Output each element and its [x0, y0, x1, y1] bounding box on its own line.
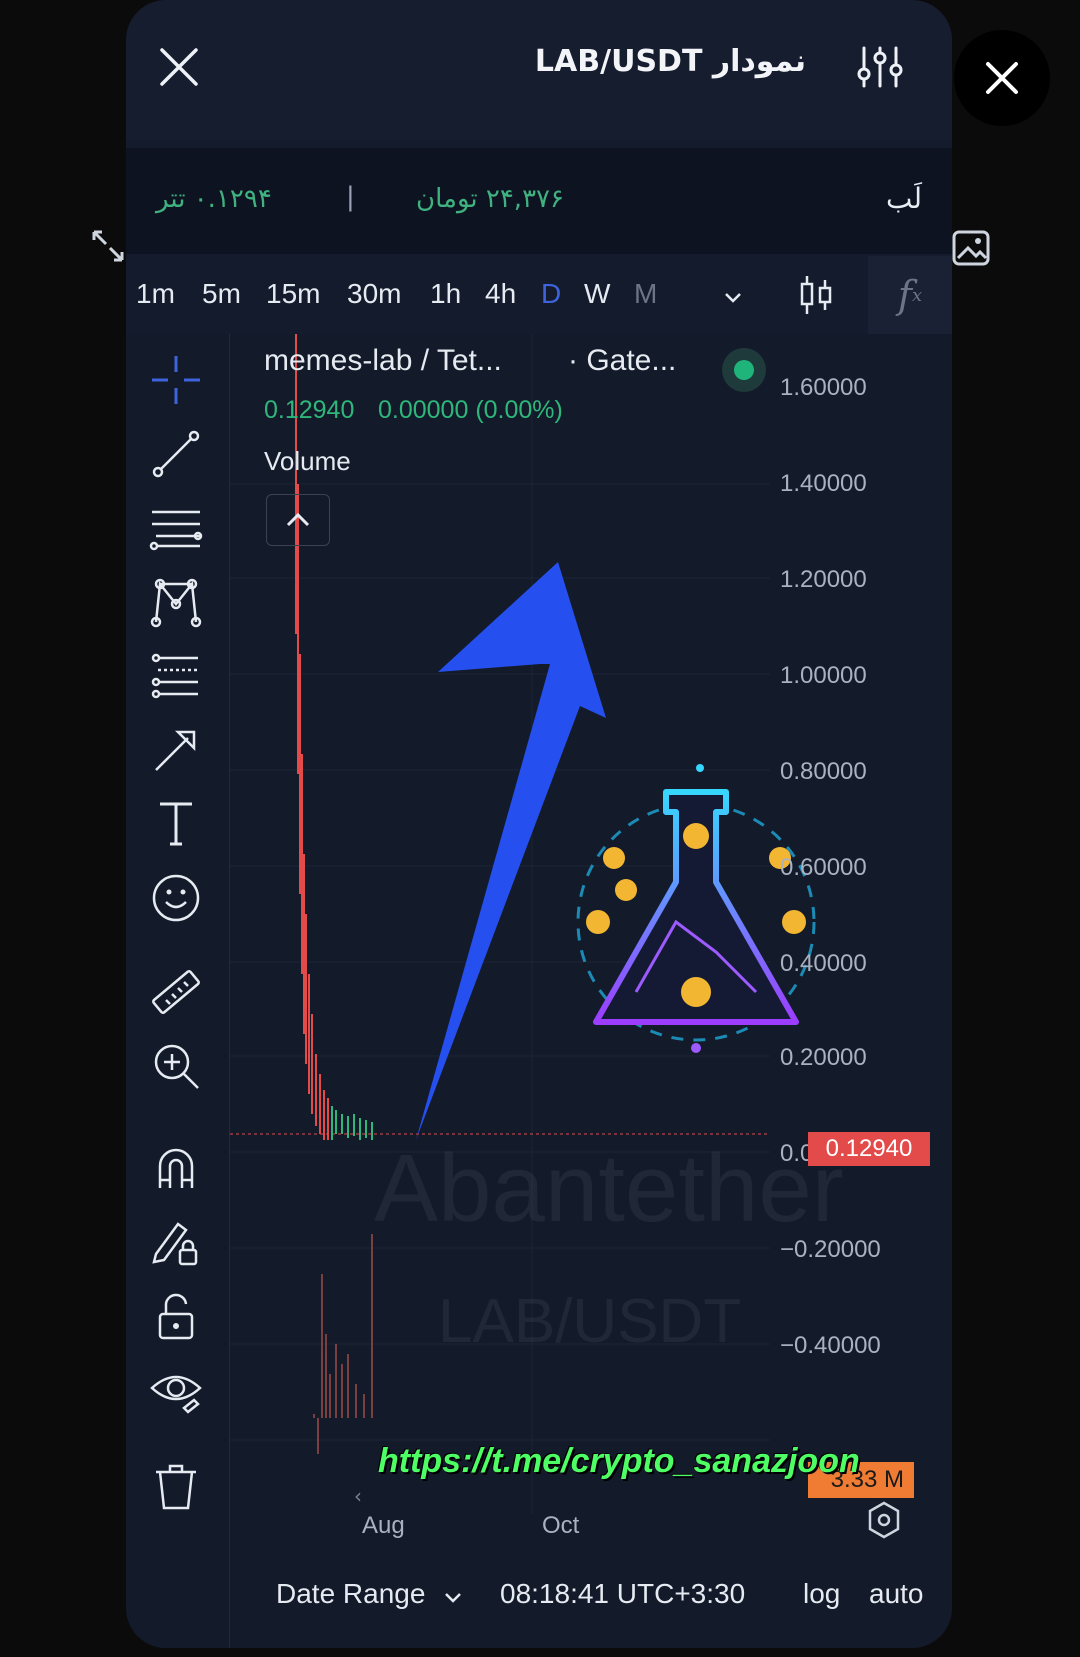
auto-scale-toggle[interactable]: auto — [869, 1578, 924, 1610]
magnet-tool[interactable] — [148, 1140, 204, 1196]
eye-icon — [150, 1375, 202, 1414]
image-icon — [952, 230, 990, 266]
y-tick: −0.40000 — [780, 1332, 881, 1359]
y-tick: 0.80000 — [780, 758, 867, 785]
y-tick: 1.40000 — [780, 470, 867, 497]
watermark-brand: Abantether — [374, 1135, 844, 1242]
trendline-icon — [152, 430, 200, 478]
arrow-tool[interactable] — [148, 722, 204, 778]
chevron-up-icon — [286, 512, 310, 527]
price-bar: ۰.۱۲۹۴ تتر | ۲۴,۳۷۶ تومان لَب — [126, 148, 952, 254]
y-tick: 0.20000 — [780, 1044, 867, 1071]
asset-name: لَب — [885, 182, 922, 215]
bitcoin-flask-logo — [576, 764, 816, 1053]
timeframe-bar: 1m 5m 15m 30m 1h 4h D W M fx — [126, 256, 952, 334]
horizontal-lines-icon — [149, 510, 203, 551]
visibility-tool[interactable] — [148, 1362, 204, 1418]
timeframe-m[interactable]: M — [634, 278, 657, 310]
close-icon[interactable] — [158, 46, 200, 88]
text-icon — [160, 802, 192, 846]
outer-close-button[interactable] — [954, 30, 1050, 126]
chart-settings-icon[interactable] — [866, 1500, 902, 1540]
zoom-in-icon — [154, 1044, 199, 1089]
pattern-icon — [150, 578, 202, 628]
timeframe-30m[interactable]: 30m — [347, 278, 401, 310]
telegram-link-overlay: https://t.me/crypto_sanazjoon — [378, 1442, 860, 1480]
fib-tool[interactable] — [148, 500, 204, 556]
y-tick: 1.00000 — [780, 662, 867, 689]
chevron-down-icon[interactable] — [722, 286, 744, 308]
y-tick: 1.20000 — [780, 566, 867, 593]
symbol-label[interactable]: memes-lab / Tet... — [264, 344, 502, 378]
ruler-icon — [152, 970, 200, 1014]
last-price-tag: 0.12940 — [808, 1132, 930, 1166]
text-tool[interactable] — [148, 796, 204, 852]
timeframe-w[interactable]: W — [584, 278, 610, 310]
crosshair-icon — [152, 356, 200, 404]
clock-label[interactable]: 08:18:41 UTC+3:30 — [500, 1578, 745, 1610]
magnet-icon — [158, 1148, 194, 1188]
page-title: LAB/USDT نمودار — [534, 44, 806, 79]
measure-tool[interactable] — [148, 964, 204, 1020]
exchange-label[interactable]: · Gate... — [568, 344, 676, 378]
date-range-button[interactable]: Date Range — [276, 1578, 425, 1610]
pattern-tool[interactable] — [148, 574, 204, 630]
scroll-left-icon[interactable]: ‹ — [354, 1484, 362, 1508]
price-separator: | — [346, 182, 355, 212]
modal-header: LAB/USDT نمودار — [126, 0, 952, 140]
timeframe-5m[interactable]: 5m — [202, 278, 241, 310]
indicators-icon[interactable]: fx — [868, 256, 952, 334]
x-tick: Oct — [542, 1512, 580, 1539]
legend-price: 0.12940 — [264, 396, 355, 424]
trash-icon — [156, 1464, 196, 1510]
timeframe-1h[interactable]: 1h — [430, 278, 461, 310]
candlestick-icon[interactable] — [798, 274, 834, 316]
timeframe-4h[interactable]: 4h — [485, 278, 516, 310]
lock-tool[interactable] — [148, 1288, 204, 1344]
lock-drawing-tool[interactable] — [148, 1214, 204, 1270]
delete-tool[interactable] — [148, 1458, 204, 1514]
sliders-icon[interactable] — [856, 44, 904, 90]
usdt-price: ۰.۱۲۹۴ تتر — [156, 184, 272, 214]
smiley-icon — [152, 874, 200, 922]
collapse-legend-button[interactable] — [266, 494, 330, 546]
y-tick: 0.40000 — [780, 950, 867, 977]
bottom-bar: Date Range 08:18:41 UTC+3:30 log auto — [126, 1562, 952, 1632]
chevron-down-icon — [445, 1593, 461, 1603]
log-scale-toggle[interactable]: log — [803, 1578, 840, 1610]
close-icon — [986, 62, 1018, 94]
timeframe-15m[interactable]: 15m — [266, 278, 320, 310]
timeframe-1m[interactable]: 1m — [136, 278, 175, 310]
pencil-lock-icon — [152, 1222, 198, 1266]
unlock-icon — [158, 1293, 194, 1340]
y-tick: 1.60000 — [780, 374, 867, 401]
x-tick: Aug — [362, 1512, 405, 1539]
legend-change: 0.00000 (0.00%) — [378, 396, 563, 424]
trendline-tool[interactable] — [148, 426, 204, 482]
live-status-dot — [722, 348, 766, 392]
expand-icon — [92, 230, 124, 262]
volume-label[interactable]: Volume — [264, 446, 351, 477]
emoji-tool[interactable] — [148, 870, 204, 926]
watermark-pair: LAB/USDT — [438, 1287, 742, 1356]
zoom-tool[interactable] — [148, 1038, 204, 1094]
forecast-icon — [151, 653, 198, 699]
y-tick: 0.60000 — [780, 854, 867, 881]
arrow-icon — [155, 730, 196, 771]
timeframe-d[interactable]: D — [541, 278, 561, 310]
chart-modal: LAB/USDT نمودار ۰.۱۲۹۴ تتر | ۲۴,۳۷۶ توما… — [126, 0, 952, 1648]
drawing-toolbar — [126, 334, 230, 1648]
y-tick: −0.20000 — [780, 1236, 881, 1263]
crosshair-tool[interactable] — [148, 352, 204, 408]
toman-price: ۲۴,۳۷۶ تومان — [416, 184, 564, 214]
projection-tool[interactable] — [148, 648, 204, 704]
